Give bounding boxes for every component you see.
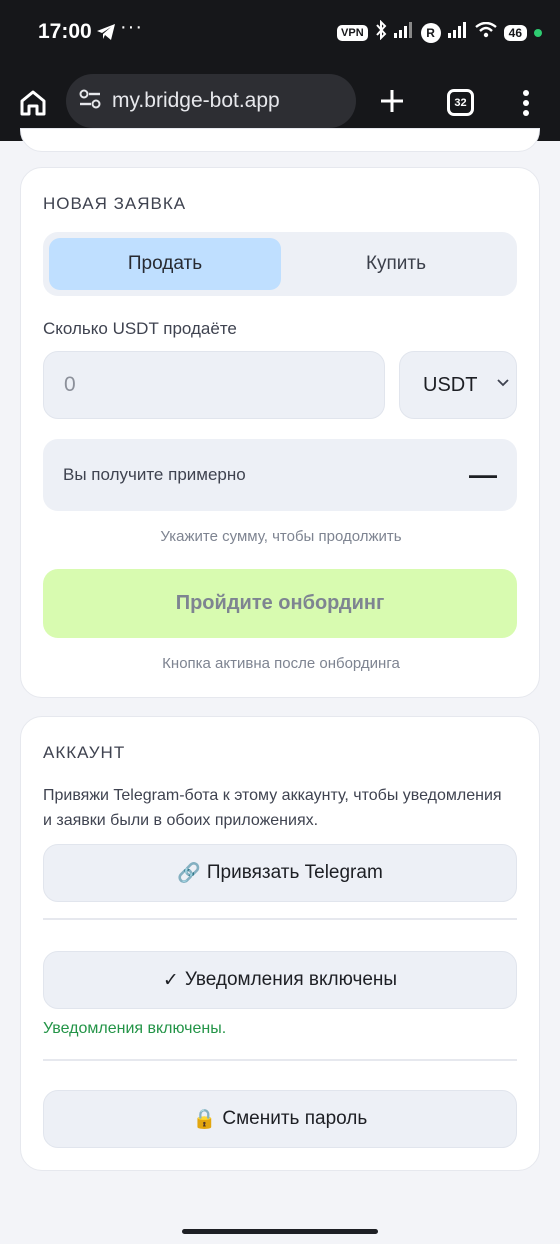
checkmark-icon: ✓ xyxy=(162,969,179,991)
new-tab-button[interactable] xyxy=(378,87,406,115)
estimate-label: Вы получите примерно xyxy=(63,465,246,484)
home-indicator xyxy=(182,1229,378,1234)
currency-value: USDT xyxy=(423,373,478,396)
trade-direction-toggle: Продать Купить xyxy=(43,232,517,296)
change-password-label: Сменить пароль xyxy=(222,1108,368,1129)
account-card: АККАУНТ Привяжи Telegram-бота к этому ак… xyxy=(20,716,540,1171)
link-telegram-button[interactable]: 🔗 Привязать Telegram xyxy=(43,844,517,902)
more-vertical-icon xyxy=(523,90,529,116)
home-button[interactable] xyxy=(18,88,48,118)
account-title: АККАУНТ xyxy=(43,743,126,762)
amount-hint: Укажите сумму, чтобы продолжить xyxy=(160,528,402,545)
status-indicators: VPN R 46 xyxy=(337,19,542,45)
telegram-icon xyxy=(96,23,116,46)
status-time: 17:00 xyxy=(38,20,92,43)
plus-icon xyxy=(381,90,403,112)
amount-input[interactable] xyxy=(43,351,385,419)
status-bar: 17:00 ··· VPN R 46 xyxy=(0,0,560,66)
site-settings-icon[interactable] xyxy=(78,88,102,115)
chevron-down-icon xyxy=(497,379,509,387)
signal-icon-2 xyxy=(447,22,468,43)
estimate-box: Вы получите примерно — xyxy=(43,439,517,511)
bluetooth-icon xyxy=(375,19,387,45)
link-icon: 🔗 xyxy=(177,863,201,884)
tab-switcher-button[interactable]: 32 xyxy=(447,89,474,116)
vpn-badge: VPN xyxy=(337,24,368,41)
onboarding-button[interactable]: Пройдите онбординг xyxy=(43,569,517,638)
signal-icon xyxy=(393,22,414,43)
status-overflow: ··· xyxy=(120,16,143,38)
home-icon xyxy=(20,90,46,116)
currency-select[interactable]: USDT xyxy=(399,351,517,419)
notifications-status: Уведомления включены. xyxy=(43,1020,227,1037)
estimate-value: — xyxy=(469,459,497,490)
onboarding-note: Кнопка активна после онбординга xyxy=(162,655,400,672)
amount-label: Сколько USDT продаёте xyxy=(43,319,237,338)
notifications-button[interactable]: ✓ Уведомления включены xyxy=(43,951,517,1009)
browser-menu-button[interactable] xyxy=(518,88,534,118)
account-description: Привяжи Telegram-бота к этому аккаунту, … xyxy=(43,787,502,829)
change-password-button[interactable]: 🔒 Сменить пароль xyxy=(43,1090,517,1148)
battery-indicator: 46 xyxy=(503,24,527,41)
notifications-label: Уведомления включены xyxy=(184,969,398,990)
wifi-icon xyxy=(474,21,497,43)
url-text[interactable]: my.bridge-bot.app xyxy=(112,89,280,113)
tab-sell[interactable]: Продать xyxy=(49,238,281,290)
previous-card-edge xyxy=(20,128,540,152)
tab-buy[interactable]: Купить xyxy=(280,238,512,290)
lock-icon: 🔒 xyxy=(192,1109,217,1130)
new-order-title: НОВАЯ ЗАЯВКА xyxy=(43,194,187,213)
carrier-badge: R xyxy=(420,22,441,43)
divider xyxy=(43,1059,517,1061)
address-bar[interactable]: my.bridge-bot.app xyxy=(66,74,356,128)
divider xyxy=(43,918,517,920)
recording-dot xyxy=(534,28,542,37)
new-order-card: НОВАЯ ЗАЯВКА Продать Купить Сколько USDT… xyxy=(20,167,540,698)
link-telegram-label: Привязать Telegram xyxy=(206,862,383,883)
